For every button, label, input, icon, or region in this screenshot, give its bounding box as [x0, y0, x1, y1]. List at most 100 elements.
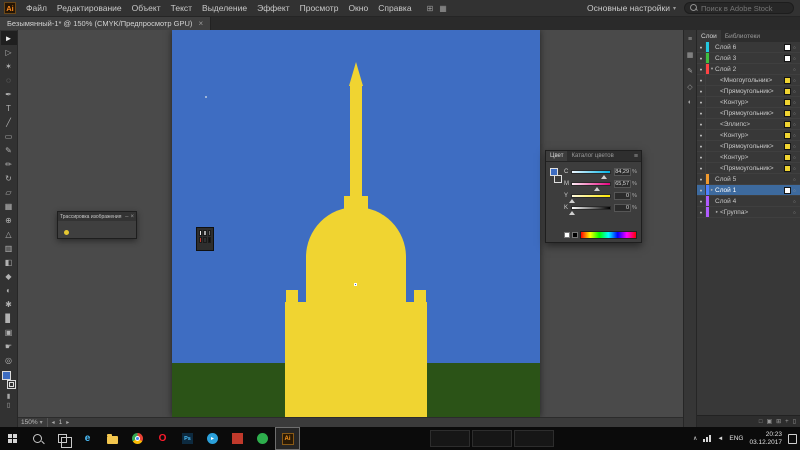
taskbar-app-opera[interactable]: O — [150, 427, 175, 450]
building-left-notch-shape[interactable] — [286, 290, 298, 303]
taskbar-window-button[interactable] — [514, 430, 554, 447]
layer-row[interactable]: ● Слой 3 ○ — [697, 53, 800, 64]
visibility-eye-icon[interactable]: ● — [697, 64, 706, 74]
prev-artboard-button[interactable]: ◂ — [52, 419, 55, 426]
free-transform-tool[interactable]: ▦ — [1, 199, 17, 213]
layer-object-row[interactable]: ● ▸ <Группа> ○ — [697, 207, 800, 218]
building-spire-shape[interactable] — [350, 86, 362, 200]
tab-color[interactable]: Цвет — [546, 151, 568, 161]
menu-item-5[interactable]: Выделение — [197, 3, 252, 13]
y-channel-slider[interactable] — [569, 194, 611, 203]
swatch-cell[interactable] — [203, 230, 207, 236]
layer-object-row[interactable]: ● <Прямоугольник> ○ — [697, 86, 800, 97]
swatch-cell[interactable] — [199, 230, 203, 236]
color-spectrum-bar[interactable] — [580, 231, 637, 239]
building-right-notch-shape[interactable] — [414, 290, 426, 303]
m-value-field[interactable]: 65,57 — [614, 180, 631, 188]
action-center-icon[interactable] — [788, 433, 797, 444]
layer-object-row[interactable]: ● <Прямоугольник> ○ — [697, 163, 800, 174]
swatch-cell[interactable] — [207, 237, 211, 243]
target-circle-icon[interactable]: ○ — [791, 166, 798, 171]
taskbar-app-green-app[interactable] — [250, 427, 275, 450]
visibility-eye-icon[interactable]: ● — [697, 207, 706, 217]
slider-thumb-icon[interactable] — [569, 211, 575, 215]
visibility-eye-icon[interactable]: ● — [697, 86, 706, 96]
stroke-swatch[interactable] — [7, 380, 16, 389]
c-channel-slider[interactable] — [571, 170, 611, 179]
layer-object-row[interactable]: ● <Контур> ○ — [697, 130, 800, 141]
building-spire-tip-shape[interactable] — [349, 62, 363, 86]
blend-tool[interactable]: ◐ — [1, 283, 17, 297]
target-circle-icon[interactable]: ○ — [791, 67, 798, 72]
fill-swatch[interactable] — [550, 168, 558, 176]
target-circle-icon[interactable]: ○ — [791, 177, 798, 182]
visibility-eye-icon[interactable]: ● — [697, 152, 706, 162]
fill-stroke-widget[interactable] — [1, 370, 16, 390]
artboard[interactable] — [172, 30, 540, 417]
c-value-field[interactable]: 84,29 — [614, 168, 631, 176]
hand-tool[interactable]: ☛ — [1, 339, 17, 353]
stock-search[interactable] — [684, 2, 794, 14]
zoom-tool[interactable]: ◎ — [1, 353, 17, 367]
taskbar-window-button[interactable] — [430, 430, 470, 447]
menu-item-4[interactable]: Текст — [166, 3, 197, 13]
stray-anchor-point[interactable] — [205, 96, 207, 98]
tab-libraries[interactable]: Библиотеки — [721, 30, 764, 42]
collect-for-export-button[interactable]: □ — [759, 419, 763, 425]
panel-menu-icon[interactable]: ≡ — [634, 153, 641, 160]
k-channel-slider[interactable] — [569, 206, 611, 215]
target-circle-icon[interactable]: ○ — [791, 111, 798, 116]
menu-item-6[interactable]: Эффект — [252, 3, 295, 13]
screen-mode-icon[interactable]: ▯ — [7, 401, 11, 409]
taskbar-app-red-app[interactable] — [225, 427, 250, 450]
building-base-shape[interactable] — [285, 302, 427, 417]
target-circle-icon[interactable]: ○ — [791, 100, 798, 105]
app-logo-icon[interactable]: Ai — [4, 2, 16, 14]
visibility-eye-icon[interactable]: ● — [697, 130, 706, 140]
slider-thumb-icon[interactable] — [600, 175, 607, 179]
search-input[interactable] — [701, 3, 793, 13]
pen-tool[interactable]: ✒ — [1, 87, 17, 101]
line-segment-tool[interactable]: ╱ — [1, 115, 17, 129]
stroke-swatch[interactable] — [554, 175, 562, 183]
taskbar-app-illustrator[interactable]: Ai — [275, 427, 300, 450]
taskbar-clock[interactable]: 20:23 03.12.2017 — [749, 431, 782, 446]
image-trace-header[interactable]: Трассировка изображения – × — [58, 212, 136, 221]
visibility-eye-icon[interactable]: ● — [697, 75, 706, 85]
zoom-dropdown[interactable]: 150% ▾ — [21, 418, 48, 427]
brushes-panel-icon[interactable]: ✎ — [685, 67, 696, 75]
layer-row[interactable]: ● Слой 5 ○ — [697, 174, 800, 185]
type-tool[interactable]: T — [1, 101, 17, 115]
language-indicator[interactable]: ENG — [729, 435, 743, 442]
menubar-extra-icon-1[interactable]: ⊞ — [427, 4, 434, 13]
close-icon[interactable]: × — [130, 214, 134, 220]
m-channel-slider[interactable] — [571, 182, 611, 191]
tab-layers[interactable]: Слои — [697, 30, 721, 42]
visibility-eye-icon[interactable]: ● — [697, 163, 706, 173]
layer-row[interactable]: ● ▾ Слой 2 ○ — [697, 64, 800, 75]
column-graph-tool[interactable]: ▊ — [1, 311, 17, 325]
task-view-button[interactable] — [50, 427, 75, 450]
symbols-panel-icon[interactable]: ◇ — [685, 83, 696, 91]
visibility-eye-icon[interactable]: ● — [697, 185, 706, 195]
visibility-eye-icon[interactable]: ● — [697, 108, 706, 118]
volume-icon[interactable]: ◄ — [717, 436, 723, 442]
mini-swatch-popup[interactable] — [196, 227, 214, 251]
slider-thumb-icon[interactable] — [569, 199, 575, 203]
taskbar-search-button[interactable] — [25, 427, 50, 450]
gradient-tool[interactable]: ◧ — [1, 255, 17, 269]
layer-object-row[interactable]: ● <Прямоугольник> ○ — [697, 108, 800, 119]
appearance-panel-icon[interactable]: ◐ — [685, 99, 696, 106]
layer-object-row[interactable]: ● <Контур> ○ — [697, 97, 800, 108]
target-circle-icon[interactable]: ○ — [791, 144, 798, 149]
target-circle-icon[interactable]: ○ — [791, 56, 798, 61]
menu-item-3[interactable]: Объект — [127, 3, 166, 13]
y-value-field[interactable]: 0 — [614, 192, 631, 200]
visibility-eye-icon[interactable]: ● — [697, 174, 706, 184]
target-circle-icon[interactable]: ○ — [791, 89, 798, 94]
layer-object-row[interactable]: ● <Эллипс> ○ — [697, 119, 800, 130]
menu-item-9[interactable]: Справка — [373, 3, 416, 13]
swatches-panel-icon[interactable]: ▦ — [685, 51, 696, 59]
workspace-switcher[interactable]: Основные настройки ▾ — [587, 3, 676, 13]
menu-item-1[interactable]: Файл — [21, 3, 52, 13]
